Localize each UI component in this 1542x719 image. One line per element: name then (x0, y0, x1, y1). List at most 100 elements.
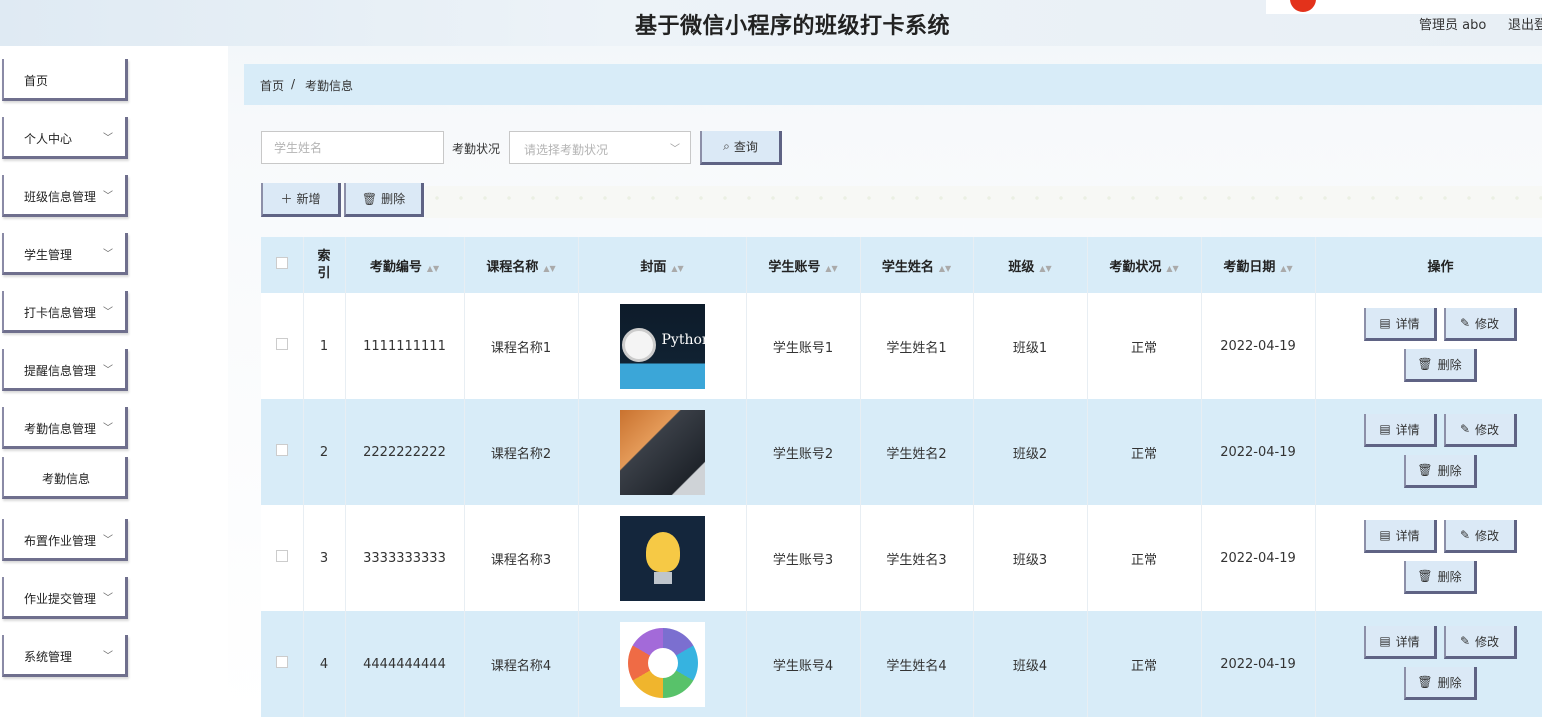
delete-button-label: 删除 (1437, 675, 1462, 690)
document-icon: ▤ (1379, 422, 1391, 436)
sidebar-subitem[interactable]: 考勤信息 (2, 457, 128, 499)
delete-button[interactable]: 🗑 删除 (1403, 455, 1477, 488)
sort-icon[interactable]: ▲▼ (1166, 264, 1178, 273)
row-checkbox[interactable] (275, 338, 288, 350)
chevron-down-icon: ﹀ (103, 423, 113, 434)
cell-actions: ▤ 详情 ✎ 修改 🗑 删除 (1315, 399, 1542, 505)
delete-button[interactable]: 🗑 删除 (1403, 561, 1477, 594)
sidebar-item-label: 考勤信息 (42, 472, 91, 486)
column-label: 课程名称 (486, 259, 539, 275)
column-header-account[interactable]: 学生账号 ▲▼ (746, 237, 861, 293)
delete-button[interactable]: 🗑 删除 (1403, 667, 1477, 700)
sidebar-item[interactable]: 学生管理 ﹀ (2, 233, 128, 275)
sidebar-item[interactable]: 个人中心 ﹀ (2, 117, 128, 159)
cell-code: 1111111111 (345, 293, 465, 399)
cell-date: 2022-04-19 (1201, 611, 1316, 717)
column-header-class[interactable]: 班级 ▲▼ (973, 237, 1088, 293)
batch-delete-button[interactable]: 🗑 删除 (344, 183, 424, 217)
trash-icon: 🗑 (361, 191, 378, 206)
column-header-course[interactable]: 课程名称 ▲▼ (464, 237, 579, 293)
cell-status: 正常 (1087, 399, 1202, 505)
sort-icon[interactable]: ▲▼ (1280, 264, 1292, 273)
breadcrumb-home[interactable]: 首页 (260, 77, 284, 94)
edit-button[interactable]: ✎ 修改 (1443, 308, 1517, 341)
sidebar-item[interactable]: 考勤信息管理 ﹀ (2, 407, 128, 449)
cell-account: 学生账号4 (746, 611, 861, 717)
column-header-cover[interactable]: 封面 ▲▼ (578, 237, 747, 293)
table-header-row: 索引 考勤编号 ▲▼ 课程名称 ▲▼ 封面 ▲▼ 学生账号 ▲▼ 学生姓名 ▲▼ 班级 ▲▼… (261, 237, 1542, 293)
edit-button[interactable]: ✎ 修改 (1443, 520, 1517, 553)
detail-button[interactable]: ▤ 详情 (1363, 414, 1437, 447)
cell-code: 4444444444 (345, 611, 465, 717)
add-button-label: 新增 (296, 192, 321, 206)
sort-icon[interactable]: ▲▼ (427, 264, 439, 273)
sidebar-item[interactable]: 作业提交管理 ﹀ (2, 577, 128, 619)
sidebar-item[interactable]: 布置作业管理 ﹀ (2, 519, 128, 561)
trash-icon: 🗑 (1417, 357, 1433, 371)
row-checkbox[interactable] (275, 444, 288, 456)
chevron-down-icon: ﹀ (103, 191, 113, 202)
edit-button-label: 修改 (1475, 528, 1500, 543)
cell-account: 学生账号2 (746, 399, 861, 505)
student-name-search-input[interactable] (261, 131, 444, 164)
cell-date: 2022-04-19 (1201, 293, 1316, 399)
sort-icon[interactable]: ▲▼ (671, 264, 683, 273)
edit-button-label: 修改 (1475, 422, 1500, 437)
sidebar-item[interactable]: 打卡信息管理 ﹀ (2, 291, 128, 333)
edit-button[interactable]: ✎ 修改 (1443, 414, 1517, 447)
chevron-down-icon: ﹀ (103, 593, 113, 604)
admin-user-label: 管理员 abo (1419, 18, 1487, 33)
cell-cover (578, 399, 747, 505)
detail-button[interactable]: ▤ 详情 (1363, 520, 1437, 553)
sidebar-item[interactable]: 班级信息管理 ﹀ (2, 175, 128, 217)
cell-class: 班级1 (973, 293, 1088, 399)
logout-link[interactable]: 退出登 (1508, 14, 1542, 33)
cell-index: 1 (303, 293, 346, 399)
row-select-cell (261, 611, 304, 717)
row-checkbox[interactable] (275, 550, 288, 562)
table-row: 4 4444444444 课程名称4 学生账号4 学生姓名4 班级4 正常 2022-04-1… (261, 611, 1542, 717)
chevron-down-icon: ﹀ (103, 365, 113, 376)
column-label: 封面 (640, 259, 667, 275)
sidebar-item[interactable]: 首页 (2, 59, 128, 101)
cell-status: 正常 (1087, 505, 1202, 611)
attendance-status-select[interactable]: 请选择考勤状况 ﹀ (509, 131, 691, 164)
delete-button[interactable]: 🗑 删除 (1403, 349, 1477, 382)
edit-button[interactable]: ✎ 修改 (1443, 626, 1517, 659)
delete-button-label: 删除 (1437, 463, 1462, 478)
cell-course: 课程名称2 (464, 399, 579, 505)
column-header-name[interactable]: 学生姓名 ▲▼ (860, 237, 974, 293)
cell-name: 学生姓名1 (860, 293, 974, 399)
attendance-status-label: 考勤状况 (452, 142, 501, 156)
sort-icon[interactable]: ▲▼ (825, 264, 837, 273)
pencil-icon: ✎ (1459, 528, 1471, 542)
add-button[interactable]: ＋ 新增 (261, 183, 341, 217)
detail-button[interactable]: ▤ 详情 (1363, 626, 1437, 659)
column-header-date[interactable]: 考勤日期 ▲▼ (1201, 237, 1316, 293)
bulb-base (653, 571, 672, 584)
sidebar-item-label: 打卡信息管理 (24, 306, 97, 320)
select-all-checkbox[interactable] (275, 257, 288, 269)
cell-date: 2022-04-19 (1201, 505, 1316, 611)
breadcrumb: 首页 / 考勤信息 (244, 64, 1542, 105)
column-header-actions: 操作 (1315, 237, 1542, 293)
ring-hole (647, 647, 678, 678)
trash-icon: 🗑 (1417, 569, 1433, 583)
cell-index: 3 (303, 505, 346, 611)
sort-icon[interactable]: ▲▼ (1039, 264, 1051, 273)
column-header-status[interactable]: 考勤状况 ▲▼ (1087, 237, 1202, 293)
sort-icon[interactable]: ▲▼ (543, 264, 555, 273)
detail-button[interactable]: ▤ 详情 (1363, 308, 1437, 341)
sidebar-item[interactable]: 提醒信息管理 ﹀ (2, 349, 128, 391)
watermark-logo (1266, 0, 1542, 14)
chevron-down-icon: ﹀ (103, 133, 113, 144)
cell-course: 课程名称1 (464, 293, 579, 399)
edit-button-label: 修改 (1475, 634, 1500, 649)
sidebar-item[interactable]: 系统管理 ﹀ (2, 635, 128, 677)
sort-icon[interactable]: ▲▼ (939, 264, 951, 273)
sidebar-item-label: 系统管理 (24, 650, 73, 664)
sidebar-item-label: 班级信息管理 (24, 190, 97, 204)
column-header-code[interactable]: 考勤编号 ▲▼ (345, 237, 465, 293)
row-checkbox[interactable] (275, 656, 288, 668)
query-button[interactable]: ⌕ 查询 (700, 131, 782, 165)
